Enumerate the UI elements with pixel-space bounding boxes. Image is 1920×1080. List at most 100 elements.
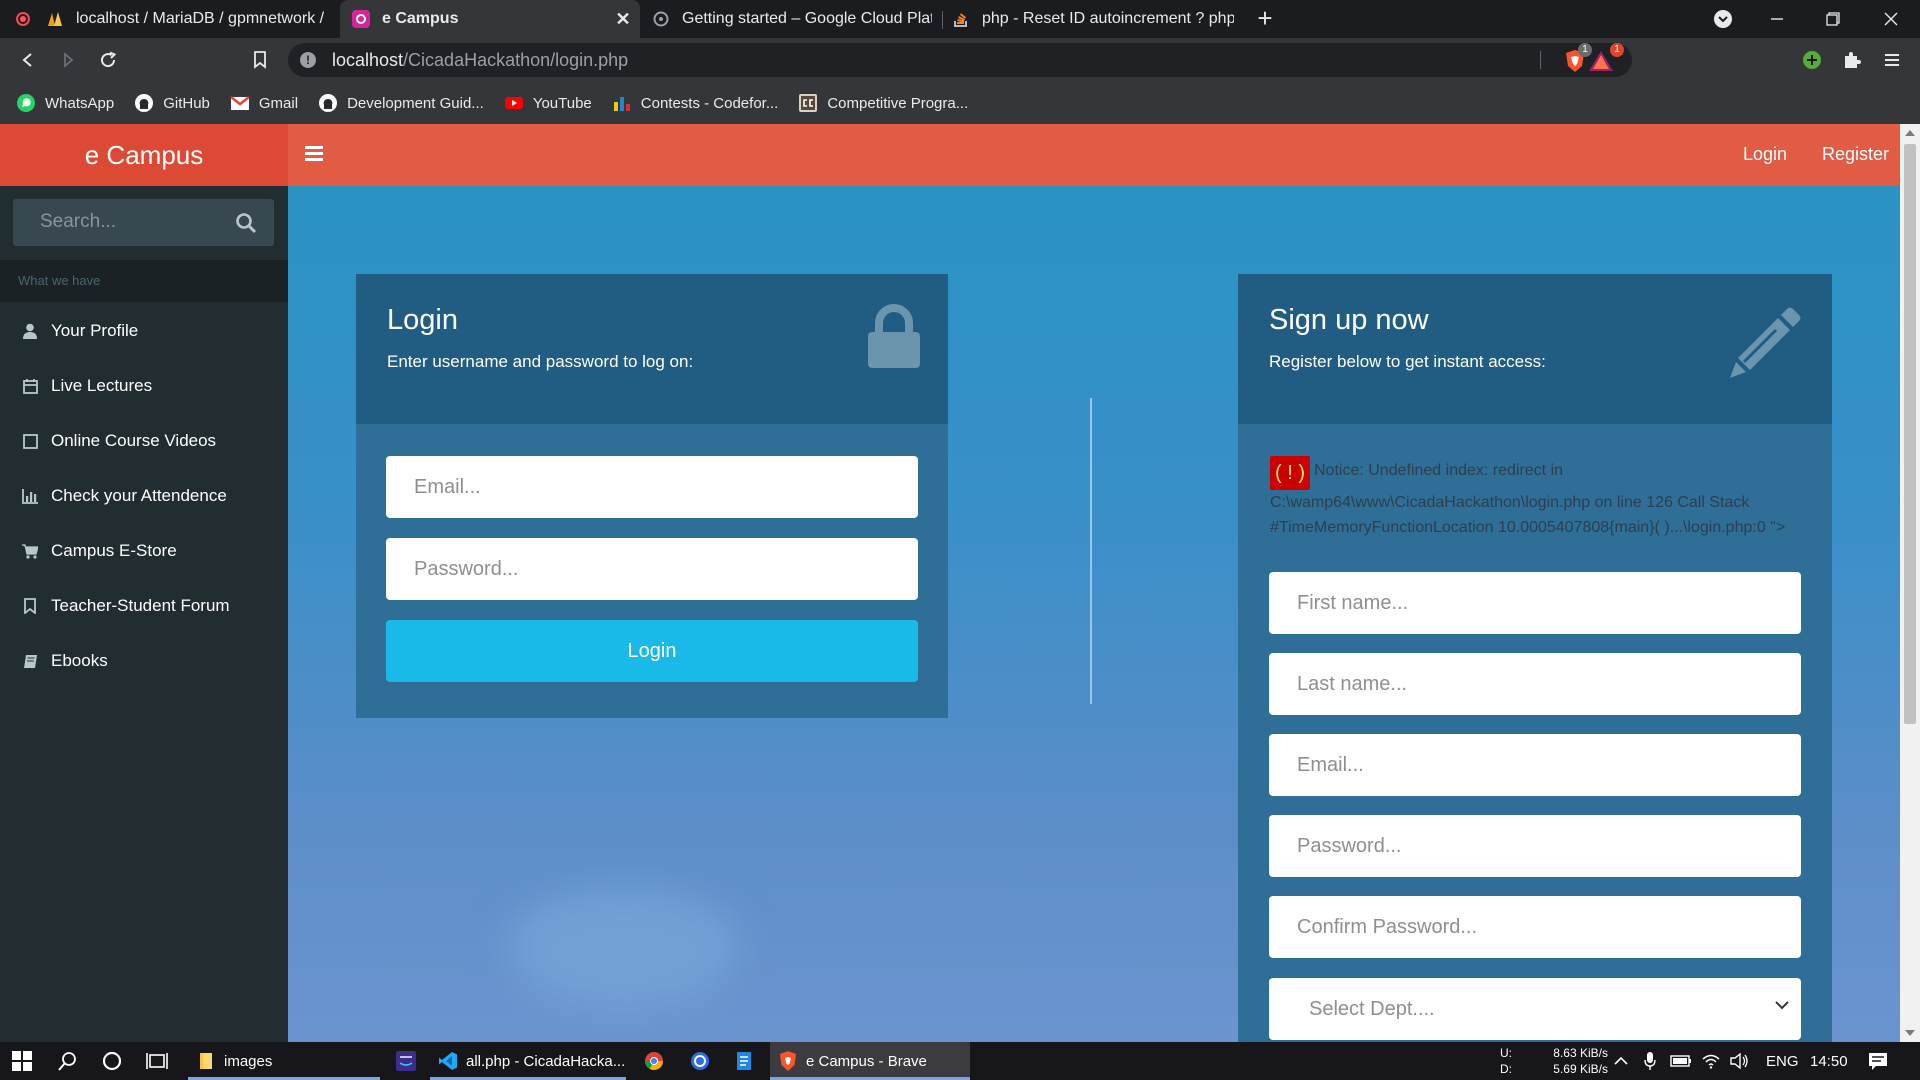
scroll-up-icon[interactable] <box>1905 130 1915 136</box>
bookmark-whatsapp[interactable]: WhatsApp <box>16 93 114 113</box>
tab-stackoverflow[interactable]: php - Reset ID autoincrement ? phpm <box>952 0 1242 38</box>
wifi-icon[interactable] <box>1702 1042 1720 1080</box>
search-icon[interactable] <box>235 212 257 234</box>
restore-icon[interactable] <box>1810 0 1856 38</box>
language-indicator[interactable]: ENG <box>1766 1053 1799 1070</box>
first-name-field[interactable]: First name... <box>1269 572 1801 634</box>
clock[interactable]: 14:50 <box>1810 1053 1848 1070</box>
signup-password-field[interactable]: Password... <box>1269 815 1801 877</box>
bookmark-development-guide[interactable]: Development Guid... <box>318 93 484 113</box>
chevron-down-icon <box>1775 1001 1789 1010</box>
battery-icon[interactable] <box>1670 1042 1692 1080</box>
scrollbar-thumb[interactable] <box>1904 144 1916 724</box>
calendar-icon <box>22 378 38 394</box>
microphone-icon[interactable] <box>1644 1042 1656 1080</box>
sidebar-item-ebooks[interactable]: Ebooks <box>0 640 288 682</box>
forward-icon[interactable] <box>56 48 80 72</box>
bookmark-youtube[interactable]: YouTube <box>504 93 592 113</box>
tab-ecampus[interactable]: e Campus ✕ <box>340 0 640 38</box>
browser-menu-icon[interactable] <box>1880 48 1904 72</box>
back-icon[interactable] <box>16 48 40 72</box>
php-error-badge: ( ! ) <box>1270 456 1310 490</box>
taskbar-app-vscode[interactable]: all.php - CicadaHacka... <box>430 1042 626 1080</box>
top-register-link[interactable]: Register <box>1822 144 1889 165</box>
new-tab-button[interactable]: + <box>1252 5 1278 32</box>
url-host: localhost <box>332 50 404 70</box>
bookmark-label: Development Guid... <box>347 94 484 112</box>
taskbar-app-images[interactable]: images <box>188 1042 380 1080</box>
browser-tab-strip: localhost / MariaDB / gpmnetwork / le e … <box>0 0 1920 38</box>
signal-icon[interactable] <box>690 1042 710 1080</box>
top-login-link[interactable]: Login <box>1743 144 1787 165</box>
github-icon <box>134 93 154 113</box>
last-name-field[interactable]: Last name... <box>1269 653 1801 715</box>
upload-speed: 8.63 KiB/s <box>1553 1046 1608 1060</box>
sidebar-item-your-profile[interactable]: Your Profile <box>0 310 288 352</box>
confirm-password-field[interactable]: Confirm Password... <box>1269 896 1801 958</box>
sidebar-toggle-icon[interactable] <box>305 146 323 164</box>
video-icon <box>22 433 38 449</box>
sidebar: Search... What we have Your Profile Live… <box>0 186 288 1042</box>
sidebar-item-live-lectures[interactable]: Live Lectures <box>0 365 288 407</box>
bookmark-github[interactable]: GitHub <box>134 93 210 113</box>
site-info-icon[interactable]: ! <box>300 52 316 68</box>
folder-icon <box>196 1051 216 1071</box>
tray-expand-icon[interactable] <box>1614 1042 1628 1080</box>
github-icon <box>318 93 338 113</box>
windows-start-icon[interactable] <box>12 1042 32 1080</box>
tab-title: php - Reset ID autoincrement ? phpm <box>982 10 1234 27</box>
search-input[interactable]: Search... <box>40 211 116 233</box>
pencil-icon <box>1730 307 1801 378</box>
scroll-down-icon[interactable] <box>1905 1030 1915 1036</box>
sync-status-icon[interactable] <box>1800 48 1824 72</box>
extensions-icon[interactable] <box>1840 48 1864 72</box>
reload-icon[interactable] <box>96 48 120 72</box>
dept-select[interactable]: Select Dept.... <box>1269 978 1801 1040</box>
bookmark-gmail[interactable]: Gmail <box>230 93 298 113</box>
sidebar-item-check-attendence[interactable]: Check your Attendence <box>0 475 288 517</box>
book-icon <box>22 653 38 669</box>
codechef-icon <box>798 93 818 113</box>
login-card-header: Login Enter username and password to log… <box>356 274 948 424</box>
omnibox-separator <box>1540 51 1541 69</box>
taskbar-app-brave[interactable]: e Campus - Brave <box>770 1042 970 1080</box>
task-view-icon[interactable] <box>146 1042 168 1080</box>
brand-logo[interactable]: e Campus <box>0 124 288 186</box>
chrome-icon[interactable] <box>644 1042 664 1080</box>
url-text[interactable]: localhost/CicadaHackathon/login.php <box>332 50 628 71</box>
bookmark-codeforces[interactable]: Contests - Codefor... <box>612 93 778 113</box>
minimize-icon[interactable] <box>1754 0 1800 38</box>
sidebar-item-label: Online Course Videos <box>51 431 217 450</box>
tab-google-cloud[interactable]: Getting started – Google Cloud Platfor <box>652 0 938 38</box>
page-scrollbar[interactable] <box>1900 124 1920 1042</box>
amazon-music-icon[interactable] <box>396 1042 416 1080</box>
windows-taskbar: images all.php - CicadaHacka... e Campus… <box>0 1042 1920 1080</box>
signup-email-field[interactable]: Email... <box>1269 734 1801 796</box>
sidebar-item-label: Live Lectures <box>51 376 153 395</box>
bookmark-codechef[interactable]: Competitive Progra... <box>798 93 968 113</box>
sidebar-item-teacher-student-forum[interactable]: Teacher-Student Forum <box>0 585 288 627</box>
action-center-icon[interactable] <box>1868 1042 1888 1080</box>
login-email-field[interactable]: Email... <box>386 456 918 518</box>
close-tab-icon[interactable]: ✕ <box>614 10 632 28</box>
cortana-icon[interactable] <box>102 1042 122 1080</box>
browser-menu-icon[interactable] <box>16 12 30 26</box>
main-content: Login Enter username and password to log… <box>288 186 1900 1042</box>
bookmark-page-icon[interactable] <box>248 48 272 72</box>
signup-title: Sign up now <box>1269 304 1429 336</box>
search-icon[interactable] <box>58 1042 78 1080</box>
close-window-icon[interactable] <box>1868 0 1914 38</box>
bookmark-label: YouTube <box>532 94 592 112</box>
sidebar-item-online-course-videos[interactable]: Online Course Videos <box>0 420 288 462</box>
address-bar[interactable]: ! localhost/CicadaHackathon/login.php 1 … <box>288 43 1632 77</box>
whatsapp-icon <box>16 93 36 113</box>
login-password-field[interactable]: Password... <box>386 538 918 600</box>
login-button[interactable]: Login <box>386 620 918 682</box>
sidebar-item-campus-e-store[interactable]: Campus E-Store <box>0 530 288 572</box>
notes-app-icon[interactable] <box>736 1042 752 1080</box>
sidebar-search[interactable]: Search... <box>13 199 274 246</box>
sidebar-item-label: Ebooks <box>51 651 108 670</box>
tab-search-icon[interactable] <box>1700 0 1746 38</box>
volume-icon[interactable] <box>1730 1042 1750 1080</box>
tab-phpmyadmin[interactable]: localhost / MariaDB / gpmnetwork / le <box>46 0 336 38</box>
